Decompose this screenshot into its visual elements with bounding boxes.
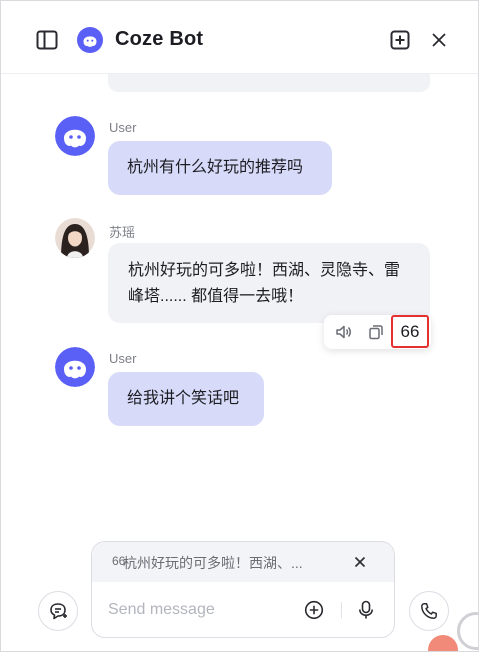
sender-name: User xyxy=(109,351,137,366)
quote-preview: 66 杭州好玩的可多啦！西湖、... xyxy=(92,542,394,582)
close-quote-icon[interactable] xyxy=(350,552,370,572)
new-topic-icon xyxy=(50,603,67,620)
user-message-bubble: 给我讲个笑话吧 xyxy=(108,372,264,426)
speaker-icon[interactable] xyxy=(330,318,358,346)
bot-message-bubble: 杭州好玩的可多啦！西湖、灵隐寺、雷峰塔...... 都值得一去哦！ xyxy=(108,243,430,323)
sender-name: User xyxy=(109,120,137,135)
previous-message-bubble xyxy=(108,74,430,92)
sidebar-toggle-icon[interactable] xyxy=(33,26,61,54)
quote-preview-text: 杭州好玩的可多啦！西湖、... xyxy=(123,555,303,571)
quote-reply-button[interactable]: 66 xyxy=(391,315,429,348)
user-avatar xyxy=(55,116,95,156)
voice-call-button[interactable] xyxy=(409,591,449,631)
copy-icon[interactable] xyxy=(362,318,390,346)
page-title: Coze Bot xyxy=(115,28,204,50)
composer-divider xyxy=(341,602,342,618)
bot-avatar-icon xyxy=(77,27,103,53)
chat-window: Coze Bot User 杭州有什么好玩的推荐吗 苏瑶 杭州好玩的可多啦！西湖… xyxy=(0,0,479,652)
floating-ring-icon xyxy=(457,612,478,650)
microphone-icon[interactable] xyxy=(353,597,379,623)
header: Coze Bot xyxy=(1,1,478,74)
message-input[interactable] xyxy=(106,594,300,626)
close-icon[interactable] xyxy=(425,26,453,54)
floating-widget-icon xyxy=(428,635,458,651)
bot-persona-avatar xyxy=(55,218,95,258)
user-avatar xyxy=(55,347,95,387)
phone-icon xyxy=(421,603,437,619)
add-attachment-icon[interactable] xyxy=(301,597,327,623)
new-chat-icon[interactable] xyxy=(386,26,414,54)
sender-name: 苏瑶 xyxy=(109,225,136,240)
message-composer: 66 杭州好玩的可多啦！西湖、... xyxy=(91,541,395,638)
user-message-bubble: 杭州有什么好玩的推荐吗 xyxy=(108,141,332,195)
new-topic-button[interactable] xyxy=(38,591,78,631)
